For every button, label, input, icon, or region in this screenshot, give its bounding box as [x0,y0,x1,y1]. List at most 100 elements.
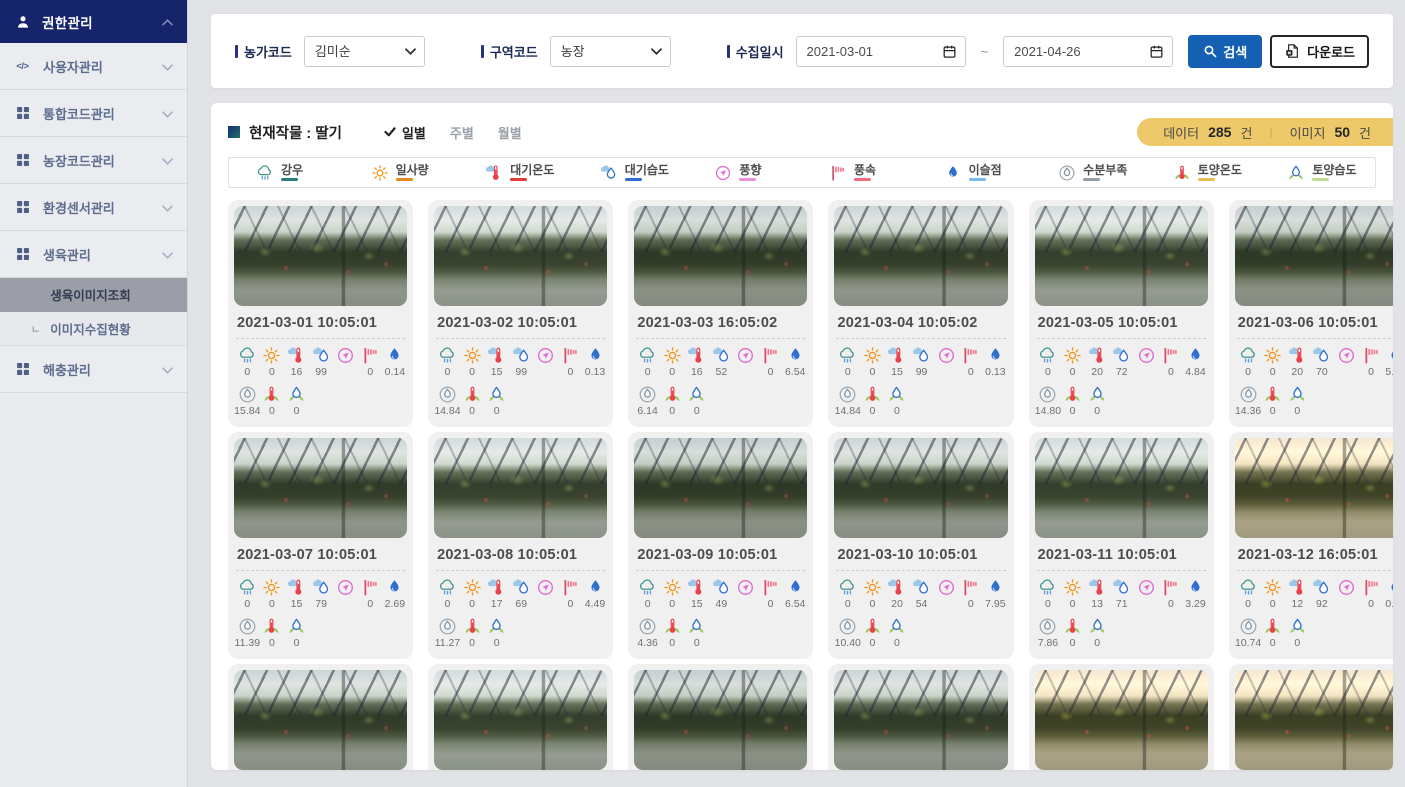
legend-label: 토양온도 [1198,164,1242,176]
submenu-branch-icon: ㄴ [31,287,40,302]
sidebar-header-permissions[interactable]: 권한관리 [0,0,187,43]
sensor-value: 4.84 [1185,366,1205,378]
greenhouse-photo[interactable] [634,670,807,770]
tab-일별[interactable]: 일별 [384,123,426,142]
sensor-cell-moisture-deficit: 11.27 [435,617,460,649]
download-button[interactable]: 다운로드 [1270,35,1369,68]
sensor-value: 99 [515,366,527,378]
greenhouse-photo[interactable] [834,670,1007,770]
sensor-cell-rain: 0 [435,578,460,610]
sensor-row-1: 00207204.84 [1035,339,1208,378]
greenhouse-photo[interactable] [834,438,1007,538]
greenhouse-photo[interactable] [434,670,607,770]
sensor-cell-wind-dir [1334,578,1359,610]
code-icon: </> [14,61,31,72]
moisture-deficit-icon [438,385,457,404]
greenhouse-photo[interactable] [634,206,807,306]
image-count-value: 50 [1334,124,1350,140]
card-timestamp: 2021-03-07 10:05:01 [234,538,407,570]
sensor-cell-air-humidity: 52 [709,346,734,378]
sensor-value: 99 [315,366,327,378]
sidebar-item-4[interactable]: 생육관리 [0,231,187,278]
greenhouse-photo[interactable] [1235,206,1393,306]
sidebar-item-5[interactable]: 해충관리 [0,346,187,393]
sensor-value: 71 [1116,598,1128,610]
sensor-cell-air-humidity: 72 [1109,346,1134,378]
tab-주별[interactable]: 주별 [450,123,474,142]
dew-point-icon [1386,346,1393,365]
legend-underline [1312,178,1329,181]
greenhouse-photo[interactable] [1035,438,1208,538]
sensor-value: 72 [1116,366,1128,378]
farm-code-select[interactable]: 김미순 [304,36,425,67]
sensor-cell-soil-temp: 0 [660,617,685,649]
air-humidity-icon [1312,346,1331,365]
sensor-cell-rain: 0 [635,346,660,378]
submenu-branch-icon: ㄴ [31,321,40,336]
sidebar-item-3[interactable]: 환경센서관리 [0,184,187,231]
zone-code-select[interactable]: 농장 [550,36,671,67]
sensor-cell-air-humidity: 92 [1310,578,1335,610]
sidebar-subitem-4-0[interactable]: ㄴ 생육이미지조회 [0,278,187,312]
solar-icon [1263,346,1282,365]
date-from-input[interactable] [796,36,966,67]
sensor-cell-moisture-deficit: 14.84 [435,385,460,417]
sensor-cell-soil-temp: 0 [660,385,685,417]
sensor-cell-rain: 0 [235,346,260,378]
sensor-row-2: 10.7400 [1235,610,1393,649]
greenhouse-photo[interactable] [234,438,407,538]
grid-icon [14,247,31,261]
sensor-cell-soil-temp: 0 [1060,617,1085,649]
soil-humidity-icon [1088,385,1107,404]
sensor-row-2: 11.3900 [234,610,407,649]
dew-point-icon [586,346,605,365]
greenhouse-photo[interactable] [434,206,607,306]
dew-point-icon [786,346,805,365]
card-timestamp: 2021-03-09 10:05:01 [634,538,807,570]
sensor-cell-moisture-deficit: 15.84 [235,385,260,417]
content-panel: 현재작물 : 딸기 일별 주별 월별 데이터 285 건 | 이미지 50 건 … [211,103,1393,770]
label-bar [727,45,730,58]
sidebar-subitem-4-1[interactable]: ㄴ 이미지수집현황 [0,312,187,346]
sensor-cell-wind-dir [734,578,759,610]
sensor-cell-soil-temp: 0 [260,385,285,417]
greenhouse-photo[interactable] [1235,438,1393,538]
card-timestamp: 2021-03-12 16:05:01 [1235,538,1393,570]
image-card: 2021-03-09 10:05:01 00154906.54 4.3600 [628,432,813,659]
rain-icon [438,578,457,597]
greenhouse-photo[interactable] [834,206,1007,306]
moisture-deficit-icon [1038,617,1057,636]
sensor-cell-soil-humidity: 0 [885,385,910,417]
sensor-value: 0 [669,598,675,610]
image-count-unit: 건 [1359,123,1371,142]
sensor-value: 5.19 [1385,366,1393,378]
check-icon [384,127,396,137]
greenhouse-photo[interactable] [1035,670,1208,770]
search-button[interactable]: 검색 [1188,35,1262,68]
sensor-cell-rain: 0 [835,578,860,610]
sidebar-item-1[interactable]: 통합코드관리 [0,90,187,137]
sensor-value: 20 [1091,366,1103,378]
greenhouse-photo[interactable] [1235,670,1393,770]
legend-label: 강우 [281,164,303,176]
sensor-cell-wind-speed: 0 [558,578,583,610]
chevron-up-icon [162,13,173,31]
greenhouse-photo[interactable] [234,670,407,770]
air-humidity-icon [512,578,531,597]
greenhouse-photo[interactable] [434,438,607,538]
sensor-value: 0 [1094,637,1100,649]
greenhouse-photo[interactable] [634,438,807,538]
date-to-input[interactable] [1003,36,1173,67]
image-card: 2021-03-12 16:05:01 00129200.85 10.7400 [1229,432,1393,659]
sensor-value: 52 [716,366,728,378]
grid-icon [14,362,31,376]
sidebar-item-2[interactable]: 농장코드관리 [0,137,187,184]
tab-월별[interactable]: 월별 [498,123,522,142]
wind-speed-icon [761,578,780,597]
sensor-cell-moisture-deficit: 10.40 [835,617,860,649]
greenhouse-photo[interactable] [1035,206,1208,306]
air-temp-icon [887,578,906,597]
soil-humidity-icon [1288,385,1307,404]
sidebar-item-0[interactable]: </> 사용자관리 [0,43,187,90]
greenhouse-photo[interactable] [234,206,407,306]
